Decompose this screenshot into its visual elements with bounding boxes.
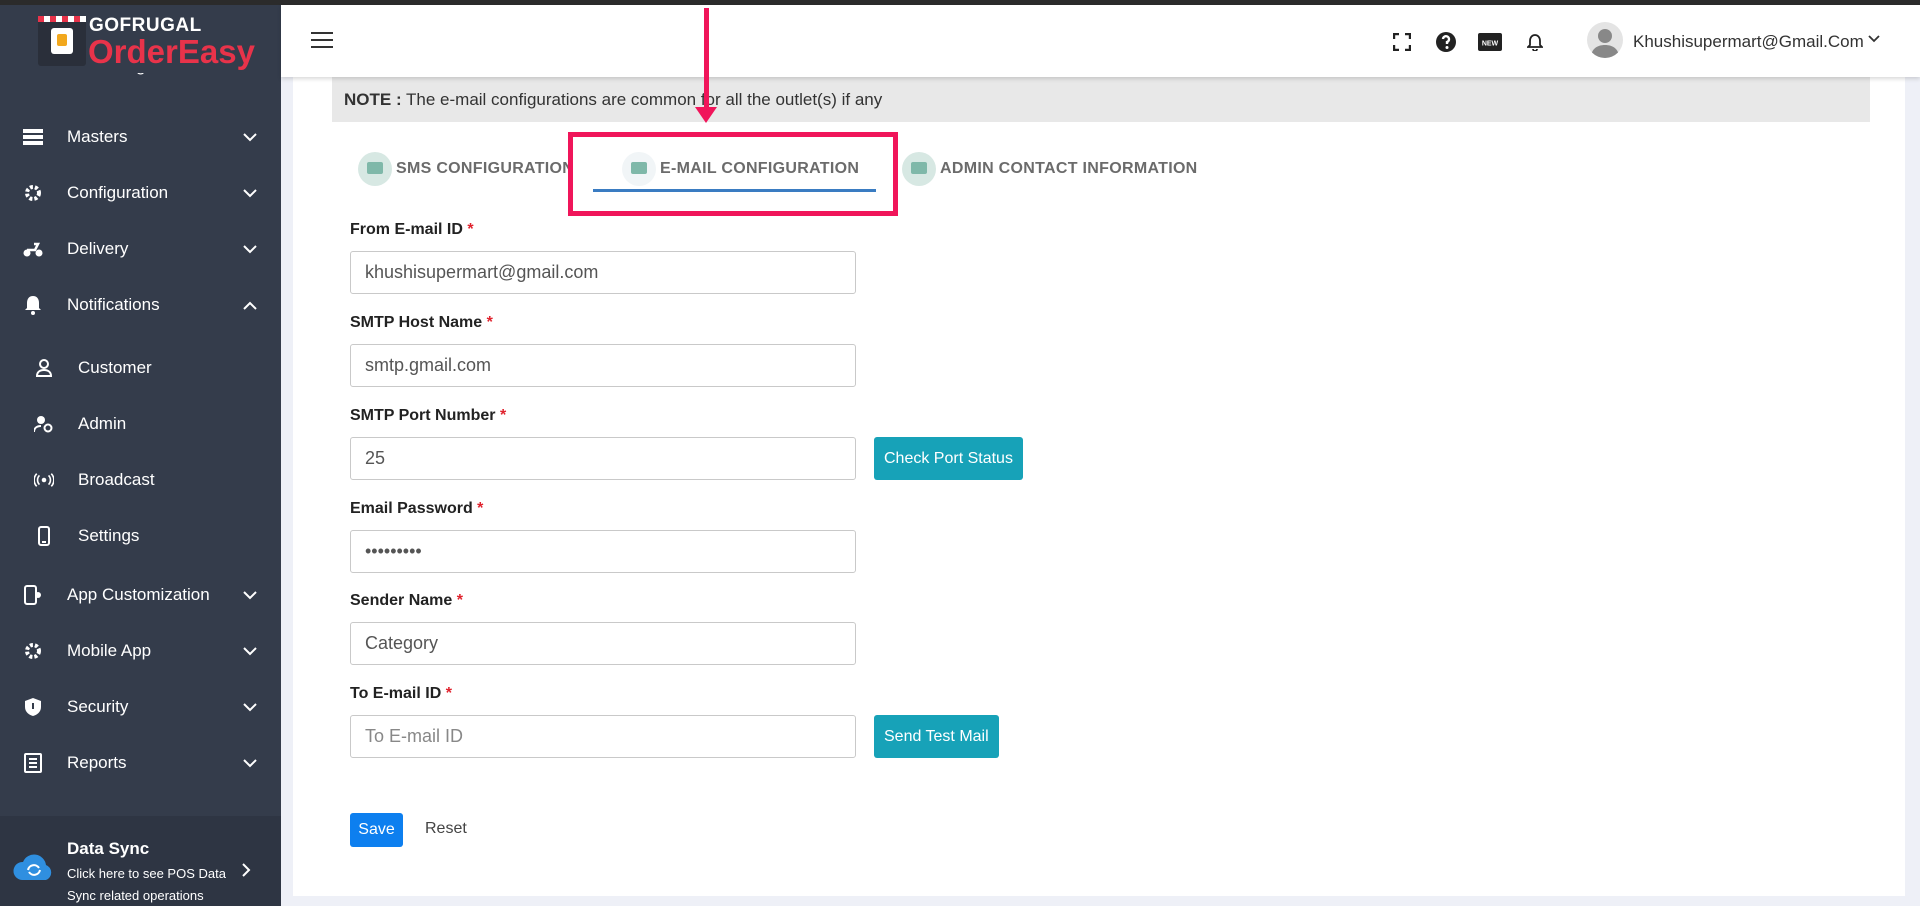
- required-mark: *: [477, 500, 484, 517]
- from-email-field[interactable]: [350, 251, 856, 294]
- chevron-down-icon: [240, 239, 260, 259]
- sidebar-item-label: Notifications: [67, 295, 160, 314]
- sidebar-item-masters[interactable]: Masters: [0, 113, 281, 161]
- scooter-icon: [22, 238, 44, 260]
- cloud-sync-icon: [13, 854, 52, 880]
- save-button[interactable]: Save: [350, 813, 403, 847]
- bell-icon: [22, 294, 44, 316]
- data-sync-panel[interactable]: Data Sync Click here to see POS Data Syn…: [0, 816, 281, 906]
- chevron-down-icon: [240, 697, 260, 717]
- shop-bag-icon: [38, 16, 86, 66]
- new-badge-icon[interactable]: NEW: [1478, 30, 1502, 54]
- email-password-field[interactable]: [350, 530, 856, 573]
- admin-icon: [34, 414, 54, 434]
- brand-main-text: OrderEasy: [88, 33, 255, 70]
- main-content: NOTE : The e-mail configurations are com…: [293, 8, 1905, 896]
- sidebar-subitem-settings[interactable]: Settings: [0, 513, 281, 559]
- data-sync-description: Click here to see POS Data Sync related …: [67, 866, 226, 903]
- chevron-down-icon: [240, 585, 260, 605]
- sidebar-item-notifications[interactable]: Notifications: [0, 281, 281, 329]
- tab-admin-contact-information[interactable]: ADMIN CONTACT INFORMATION: [902, 147, 1198, 191]
- sidebar-subitem-label: Settings: [78, 526, 140, 545]
- user-avatar[interactable]: [1587, 22, 1623, 58]
- reports-icon: [22, 752, 44, 774]
- tab-label: ADMIN CONTACT INFORMATION: [940, 160, 1198, 177]
- from-email-label: From E-mail ID *: [350, 221, 474, 238]
- hamburger-menu-icon[interactable]: [311, 32, 333, 50]
- reset-button[interactable]: Reset: [425, 820, 467, 838]
- annotation-arrow-head: [695, 107, 717, 123]
- sidebar-item-security[interactable]: Security: [0, 683, 281, 731]
- chevron-right-icon: [242, 863, 251, 877]
- fullscreen-icon[interactable]: [1390, 30, 1414, 54]
- sidebar-subitem-customer[interactable]: Customer: [0, 345, 281, 391]
- data-sync-title: Data Sync: [67, 839, 150, 858]
- sidebar-item-configuration[interactable]: Configuration: [0, 169, 281, 217]
- email-password-label: Email Password *: [350, 500, 484, 517]
- sidebar-item-reports[interactable]: Reports: [0, 739, 281, 787]
- sidebar-item-label: Security: [67, 697, 129, 716]
- user-email[interactable]: Khushisupermart@Gmail.Com: [1633, 32, 1864, 52]
- chevron-down-icon: [240, 753, 260, 773]
- tab-sms-configuration[interactable]: SMS CONFIGURATION: [358, 147, 574, 191]
- smtp-host-field[interactable]: [350, 344, 856, 387]
- smtp-port-label: SMTP Port Number *: [350, 407, 507, 424]
- chevron-down-icon: [240, 641, 260, 661]
- note-label: NOTE :: [344, 90, 402, 109]
- shield-icon: [22, 696, 44, 718]
- sidebar-item-label: App Customization: [67, 585, 210, 604]
- required-mark: *: [486, 314, 493, 331]
- to-email-label: To E-mail ID *: [350, 685, 452, 702]
- sidebar-subitem-label: Broadcast: [78, 470, 155, 489]
- broadcast-icon: [34, 470, 54, 490]
- required-mark: *: [456, 592, 463, 609]
- sidebar-subitem-label: Admin: [78, 414, 127, 433]
- required-mark: *: [467, 221, 474, 238]
- chevron-up-icon: [240, 295, 260, 315]
- required-mark: *: [445, 685, 452, 702]
- user-icon: [34, 358, 54, 378]
- sidebar-item-label: Configuration: [67, 183, 169, 202]
- chevron-down-icon: [240, 127, 260, 147]
- required-mark: *: [499, 407, 507, 424]
- sidebar-item-delivery[interactable]: Delivery: [0, 225, 281, 273]
- gear-icon: [22, 640, 44, 662]
- sidebar-item-label: Mobile App: [67, 641, 152, 660]
- annotation-highlight-box: [568, 132, 898, 216]
- smtp-port-field[interactable]: [350, 437, 856, 480]
- sidebar-subitem-label: Customer: [78, 358, 152, 377]
- svg-text:NEW: NEW: [1482, 41, 1499, 48]
- annotation-arrow-line: [704, 8, 709, 110]
- chevron-down-icon[interactable]: [1868, 35, 1880, 43]
- top-header: NEW Khushisupermart@Gmail.Com: [281, 5, 1920, 77]
- sidebar-item-label: Delivery: [67, 239, 129, 258]
- sidebar-subitem-broadcast[interactable]: Broadcast: [0, 457, 281, 503]
- brand-logo[interactable]: GOFRUGAL OrderEasy: [0, 5, 281, 73]
- sidebar-item-label: Masters: [67, 127, 128, 146]
- sidebar-item-label: Reports: [67, 753, 127, 772]
- send-test-mail-button[interactable]: Send Test Mail: [874, 715, 999, 758]
- note-text: The e-mail configurations are common for…: [406, 90, 883, 109]
- notification-bell-icon[interactable]: [1523, 30, 1547, 54]
- masters-icon: [22, 126, 44, 148]
- sidebar-subitem-admin[interactable]: Admin: [0, 401, 281, 447]
- gear-icon: [22, 182, 44, 204]
- help-icon[interactable]: [1434, 30, 1458, 54]
- to-email-field[interactable]: [350, 715, 856, 758]
- sidebar-item-app-customization[interactable]: App Customization: [0, 571, 281, 619]
- smtp-host-label: SMTP Host Name *: [350, 314, 493, 331]
- contact-icon: [902, 152, 936, 186]
- check-port-status-button[interactable]: Check Port Status: [874, 437, 1023, 480]
- sms-icon: [358, 152, 392, 186]
- sender-name-field[interactable]: [350, 622, 856, 665]
- sidebar-item-mobile-app[interactable]: Mobile App: [0, 627, 281, 675]
- chevron-down-icon: [240, 183, 260, 203]
- note-banner: NOTE : The e-mail configurations are com…: [332, 77, 1870, 122]
- sidebar: POS Integration Masters Configuration De…: [0, 5, 281, 906]
- mobile-icon: [34, 526, 54, 546]
- app-customization-icon: [22, 584, 44, 606]
- sender-name-label: Sender Name *: [350, 592, 463, 609]
- tab-label: SMS CONFIGURATION: [396, 160, 575, 177]
